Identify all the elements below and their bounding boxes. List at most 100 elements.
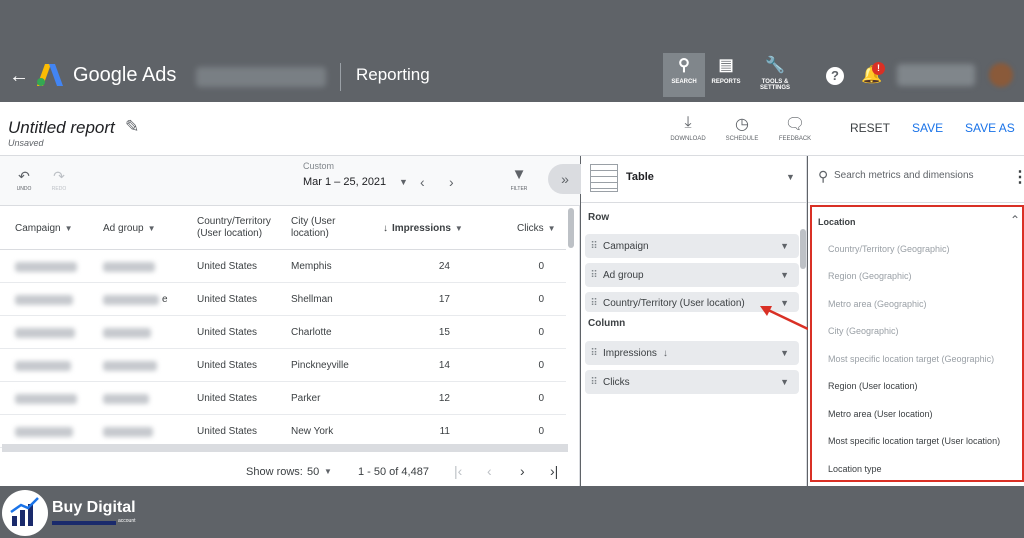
report-title[interactable]: Untitled report (8, 118, 115, 138)
campaign-cell-redacted (15, 349, 71, 382)
dimension-item[interactable]: Region (User location) (828, 381, 918, 391)
column-header-label: Campaign (15, 222, 61, 234)
back-arrow-icon[interactable]: ← (9, 65, 29, 88)
ad-group-cell-redacted (103, 316, 151, 349)
undo-button[interactable]: ↶ UNDO (10, 168, 38, 192)
table-row[interactable]: United States Pinckneyville 14 0 (0, 349, 566, 382)
rows-per-page-select[interactable]: 50 (307, 466, 319, 478)
tools-settings-button[interactable]: 🔧 TOOLS & SETTINGS (754, 53, 796, 97)
save-button[interactable]: SAVE (912, 121, 943, 135)
dimension-item: Metro area (Geographic) (828, 299, 927, 309)
location-section-header[interactable]: Location (818, 217, 856, 227)
drag-handle-icon[interactable]: ⠿ (585, 377, 603, 388)
schedule-button[interactable]: ◷ SCHEDULE (719, 114, 765, 142)
reset-button[interactable]: RESET (850, 121, 890, 135)
truncated-text: e (162, 294, 168, 305)
chevron-down-icon[interactable]: ▼ (780, 348, 789, 358)
redo-button[interactable]: ↷ REDO (45, 168, 73, 192)
table-row[interactable]: e United States Shellman 17 0 (0, 283, 566, 316)
search-button[interactable]: ⚲ SEARCH (663, 53, 705, 97)
column-section-label: Column (588, 318, 626, 329)
dimension-item[interactable]: Most specific location target (User loca… (828, 436, 1000, 446)
bar-chart-icon: ▤ (718, 57, 734, 74)
clicks-cell: 0 (538, 294, 544, 305)
chevron-down-icon[interactable]: ▼ (324, 467, 332, 476)
dimension-item: City (Geographic) (828, 326, 899, 336)
row-chip-campaign[interactable]: ⠿ Campaign ▼ (585, 234, 799, 258)
column-header-country[interactable]: Country/Territory (User location) (197, 206, 275, 250)
avatar[interactable] (989, 63, 1013, 87)
chevron-down-icon[interactable]: ▼ (780, 270, 789, 280)
column-header-impressions[interactable]: ↓ Impressions ▼ (383, 206, 463, 250)
notification-badge: ! (872, 62, 885, 75)
user-email-redacted[interactable] (897, 64, 975, 86)
collapse-editor-button[interactable]: » (548, 164, 582, 194)
impressions-cell: 15 (438, 327, 450, 338)
table-row[interactable]: United States Memphis 24 0 (0, 250, 566, 283)
feedback-label: FEEDBACK (778, 136, 812, 142)
table-horizontal-scrollbar[interactable] (2, 444, 568, 452)
pagination-bar: Show rows: 50 ▼ 1 - 50 of 4,487 |‹ ‹ › ›… (0, 456, 580, 486)
column-header-campaign[interactable]: Campaign ▼ (15, 206, 73, 250)
row-chip-ad-group[interactable]: ⠿ Ad group ▼ (585, 263, 799, 287)
dimension-item: Country/Territory (Geographic) (828, 244, 950, 254)
column-header-ad-group[interactable]: Ad group ▼ (103, 206, 156, 250)
impressions-cell: 14 (438, 360, 450, 371)
city-cell: Memphis (291, 261, 332, 272)
editor-scrollbar[interactable] (800, 229, 806, 269)
drag-handle-icon[interactable]: ⠿ (585, 298, 603, 309)
first-page-icon[interactable]: |‹ (454, 463, 462, 479)
next-period-icon[interactable]: › (449, 174, 454, 190)
help-icon[interactable]: ? (826, 67, 844, 85)
dimension-item[interactable]: Location type (828, 464, 882, 474)
edit-pencil-icon[interactable]: ✎ (125, 117, 139, 137)
next-page-icon[interactable]: › (520, 463, 525, 479)
chevron-up-icon[interactable]: ⌃ (1010, 213, 1020, 227)
account-name-redacted[interactable] (196, 67, 326, 87)
metrics-dimensions-panel: ⚲ ⋮ Location ⌃ Country/Territory (Geogra… (808, 156, 1024, 486)
caret-down-icon: ▼ (454, 223, 463, 233)
table-vertical-scrollbar[interactable] (568, 208, 574, 248)
dimension-item[interactable]: Metro area (User location) (828, 409, 933, 419)
drag-handle-icon[interactable]: ⠿ (585, 270, 603, 281)
city-cell: Pinckneyville (291, 360, 349, 371)
campaign-cell-redacted (15, 316, 75, 349)
more-options-icon[interactable]: ⋮ (1012, 167, 1024, 187)
previous-page-icon[interactable]: ‹ (487, 463, 492, 479)
filter-button[interactable]: ▼ FILTER (505, 166, 533, 192)
impressions-cell: 24 (438, 261, 450, 272)
brand-name[interactable]: Google Ads (73, 64, 176, 87)
chevron-down-icon[interactable]: ▼ (399, 177, 408, 187)
search-icon: ⚲ (818, 168, 829, 184)
column-chip-impressions[interactable]: ⠿ Impressions ↓ ▼ (585, 341, 799, 365)
chevron-down-icon[interactable]: ▼ (780, 241, 789, 251)
save-status: Unsaved (8, 138, 44, 148)
campaign-cell-redacted (15, 283, 73, 316)
undo-label: UNDO (16, 186, 32, 192)
drag-handle-icon[interactable]: ⠿ (585, 241, 603, 252)
country-cell: United States (197, 261, 258, 272)
table-row[interactable]: United States Charlotte 15 0 (0, 316, 566, 349)
location-section: Location ⌃ Country/Territory (Geographic… (810, 205, 1024, 482)
ad-group-cell-redacted (103, 250, 155, 283)
drag-handle-icon[interactable]: ⠿ (585, 348, 603, 359)
metrics-search-input[interactable] (834, 170, 994, 181)
chip-label: Ad group (603, 269, 644, 281)
date-range-selector[interactable]: Mar 1 – 25, 2021 (303, 176, 386, 188)
app-header: ← Google Ads Reporting ⚲ SEARCH ▤ REPORT… (0, 51, 1024, 102)
feedback-button[interactable]: 🗨 FEEDBACK (772, 114, 818, 142)
download-button[interactable]: ⤓ DOWNLOAD (665, 114, 711, 142)
last-page-icon[interactable]: ›| (550, 463, 558, 479)
chevron-down-icon[interactable]: ▼ (780, 377, 789, 387)
column-header-clicks[interactable]: Clicks ▼ (517, 206, 556, 250)
column-chip-clicks[interactable]: ⠿ Clicks ▼ (585, 370, 799, 394)
reports-button[interactable]: ▤ REPORTS (705, 53, 747, 97)
divider (808, 202, 1024, 203)
search-icon: ⚲ (678, 57, 690, 74)
table-row[interactable]: United States Parker 12 0 (0, 382, 566, 415)
view-type-select[interactable]: Table (626, 171, 654, 183)
column-header-city[interactable]: City (User location) (291, 206, 353, 250)
save-as-button[interactable]: SAVE AS (965, 121, 1015, 135)
previous-period-icon[interactable]: ‹ (420, 174, 425, 190)
chevron-down-icon[interactable]: ▼ (786, 172, 795, 182)
